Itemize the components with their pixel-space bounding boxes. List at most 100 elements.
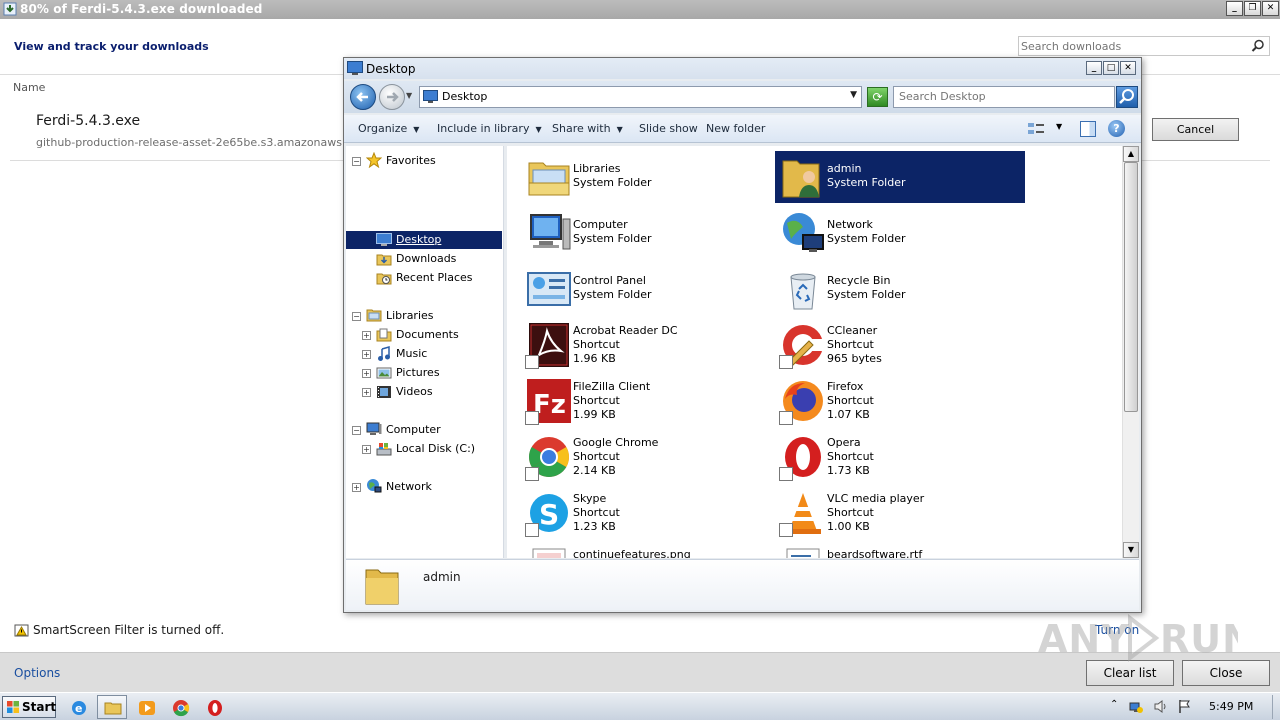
file-item-ccleaner[interactable]: CCleaner Shortcut 965 bytes <box>775 319 1025 371</box>
nav-downloads[interactable]: Downloads <box>346 250 502 268</box>
clock[interactable]: 5:49 PM <box>1209 700 1253 713</box>
file-item-continuefeatures[interactable]: continuefeatures.png <box>521 543 771 558</box>
nav-music[interactable]: + Music <box>346 345 502 363</box>
file-item-filezilla[interactable]: Fz FileZilla Client Shortcut 1.99 KB <box>521 375 771 427</box>
slide-show-button[interactable]: Slide show <box>639 122 698 135</box>
taskbar-media-player[interactable] <box>131 695 161 719</box>
file-item-opera[interactable]: Opera Shortcut 1.73 KB <box>775 431 1025 483</box>
nav-recent-places[interactable]: Recent Places <box>346 269 502 287</box>
expand-toggle[interactable]: + <box>362 445 371 454</box>
collapse-toggle[interactable]: − <box>352 426 361 435</box>
forward-button[interactable] <box>379 84 405 110</box>
turn-on-link[interactable]: Turn on <box>1095 623 1139 637</box>
maximize-button[interactable]: □ <box>1103 61 1119 75</box>
item-size: 1.23 KB <box>573 520 616 533</box>
rtf-document-icon <box>786 548 820 558</box>
file-item-recycle-bin[interactable]: Recycle Bin System Folder <box>775 263 1025 315</box>
music-icon <box>378 346 390 361</box>
search-icon[interactable] <box>1251 39 1265 53</box>
nav-label: Computer <box>386 423 441 436</box>
details-pane: admin <box>346 559 1139 610</box>
file-item-network[interactable]: Network System Folder <box>775 207 1025 259</box>
expand-toggle[interactable]: + <box>362 331 371 340</box>
download-manager-titlebar[interactable]: 80% of Ferdi-5.4.3.exe downloaded _ ❐ ✕ <box>0 0 1280 19</box>
nav-desktop[interactable]: Desktop <box>346 231 502 249</box>
close-window-button[interactable]: ✕ <box>1262 1 1279 16</box>
nav-local-disk[interactable]: + Local Disk (C:) <box>346 440 502 458</box>
back-arrow-icon <box>356 92 368 102</box>
vertical-scrollbar[interactable]: ▲ ▼ <box>1122 146 1139 558</box>
nav-videos[interactable]: + Videos <box>346 383 502 401</box>
close-window-button[interactable]: ✕ <box>1120 61 1136 75</box>
volume-icon[interactable] <box>1153 699 1168 714</box>
file-item-acrobat-reader[interactable]: Acrobat Reader DC Shortcut 1.96 KB <box>521 319 771 371</box>
help-icon[interactable]: ? <box>1108 120 1125 137</box>
back-button[interactable] <box>350 84 376 110</box>
column-header-name[interactable]: Name <box>13 81 45 94</box>
explorer-titlebar[interactable]: Desktop _ □ ✕ <box>344 58 1141 79</box>
taskbar-chrome[interactable] <box>165 695 195 719</box>
taskbar-internet-explorer[interactable]: e <box>63 695 93 719</box>
new-folder-button[interactable]: New folder <box>706 122 765 135</box>
restore-button[interactable]: ❐ <box>1244 1 1261 16</box>
taskbar-explorer[interactable] <box>97 695 127 719</box>
include-in-library-menu[interactable]: Include in library ▼ <box>437 122 542 135</box>
refresh-button[interactable]: ⟳ <box>867 87 888 107</box>
download-file-name: Ferdi-5.4.3.exe <box>36 113 141 129</box>
show-hidden-icons-icon[interactable]: ⌃ <box>1110 699 1125 714</box>
nav-pictures[interactable]: + Pictures <box>346 364 502 382</box>
videos-icon <box>377 386 391 398</box>
search-desktop-input[interactable] <box>899 90 1109 103</box>
nav-favorites[interactable]: − Favorites <box>346 152 502 170</box>
organize-menu[interactable]: Organize ▼ <box>358 122 419 135</box>
start-button[interactable]: Start <box>2 696 56 718</box>
file-item-computer[interactable]: Computer System Folder <box>521 207 771 259</box>
expand-toggle[interactable]: + <box>362 369 371 378</box>
file-item-firefox[interactable]: Firefox Shortcut 1.07 KB <box>775 375 1025 427</box>
address-bar[interactable]: Desktop ▼ <box>419 86 862 108</box>
change-view-icon[interactable] <box>1027 121 1045 137</box>
window-title: 80% of Ferdi-5.4.3.exe downloaded <box>20 2 263 16</box>
clear-list-button[interactable]: Clear list <box>1086 660 1174 686</box>
network-status-icon[interactable] <box>1129 699 1144 714</box>
scroll-down-button[interactable]: ▼ <box>1123 542 1139 558</box>
nav-network[interactable]: + Network <box>346 478 502 496</box>
file-item-beardsoftware[interactable]: beardsoftware.rtf <box>775 543 1025 558</box>
nav-libraries[interactable]: − Libraries <box>346 307 502 325</box>
file-item-control-panel[interactable]: Control Panel System Folder <box>521 263 771 315</box>
file-item-libraries[interactable]: Libraries System Folder <box>521 151 771 203</box>
item-name: beardsoftware.rtf <box>827 548 923 558</box>
options-link[interactable]: Options <box>14 666 60 680</box>
expand-toggle[interactable]: + <box>362 388 371 397</box>
action-center-flag-icon[interactable] <box>1177 699 1192 714</box>
preview-pane-icon[interactable] <box>1080 121 1096 137</box>
scroll-up-button[interactable]: ▲ <box>1123 146 1139 162</box>
scroll-thumb[interactable] <box>1124 162 1138 412</box>
nav-computer[interactable]: − Computer <box>346 421 502 439</box>
search-button[interactable] <box>1116 86 1138 108</box>
view-options-dropdown[interactable]: ▼ <box>1056 122 1062 131</box>
computer-icon <box>530 214 571 250</box>
file-item-vlc[interactable]: VLC media player Shortcut 1.00 KB <box>775 487 1025 539</box>
minimize-button[interactable]: _ <box>1086 61 1102 75</box>
taskbar-opera[interactable] <box>199 695 229 719</box>
collapse-toggle[interactable]: − <box>352 312 361 321</box>
expand-toggle[interactable]: + <box>352 483 361 492</box>
recent-pages-dropdown[interactable]: ▼ <box>406 91 416 101</box>
cancel-download-button[interactable]: Cancel <box>1152 118 1239 141</box>
collapse-toggle[interactable]: − <box>352 157 361 166</box>
close-button[interactable]: Close <box>1182 660 1270 686</box>
search-downloads-input[interactable] <box>1021 38 1249 54</box>
search-box[interactable] <box>1018 36 1270 56</box>
share-with-menu[interactable]: Share with ▼ <box>552 122 623 135</box>
address-dropdown[interactable]: ▼ <box>850 90 857 100</box>
minimize-button[interactable]: _ <box>1226 1 1243 16</box>
show-desktop-button[interactable] <box>1272 695 1278 719</box>
expand-toggle[interactable]: + <box>362 350 371 359</box>
explorer-search-box[interactable] <box>893 86 1115 108</box>
file-item-google-chrome[interactable]: Google Chrome Shortcut 2.14 KB <box>521 431 771 483</box>
nav-documents[interactable]: + Documents <box>346 326 502 344</box>
file-item-admin[interactable]: admin System Folder <box>775 151 1025 203</box>
item-name: Firefox <box>827 380 864 393</box>
file-item-skype[interactable]: S Skype Shortcut 1.23 KB <box>521 487 771 539</box>
